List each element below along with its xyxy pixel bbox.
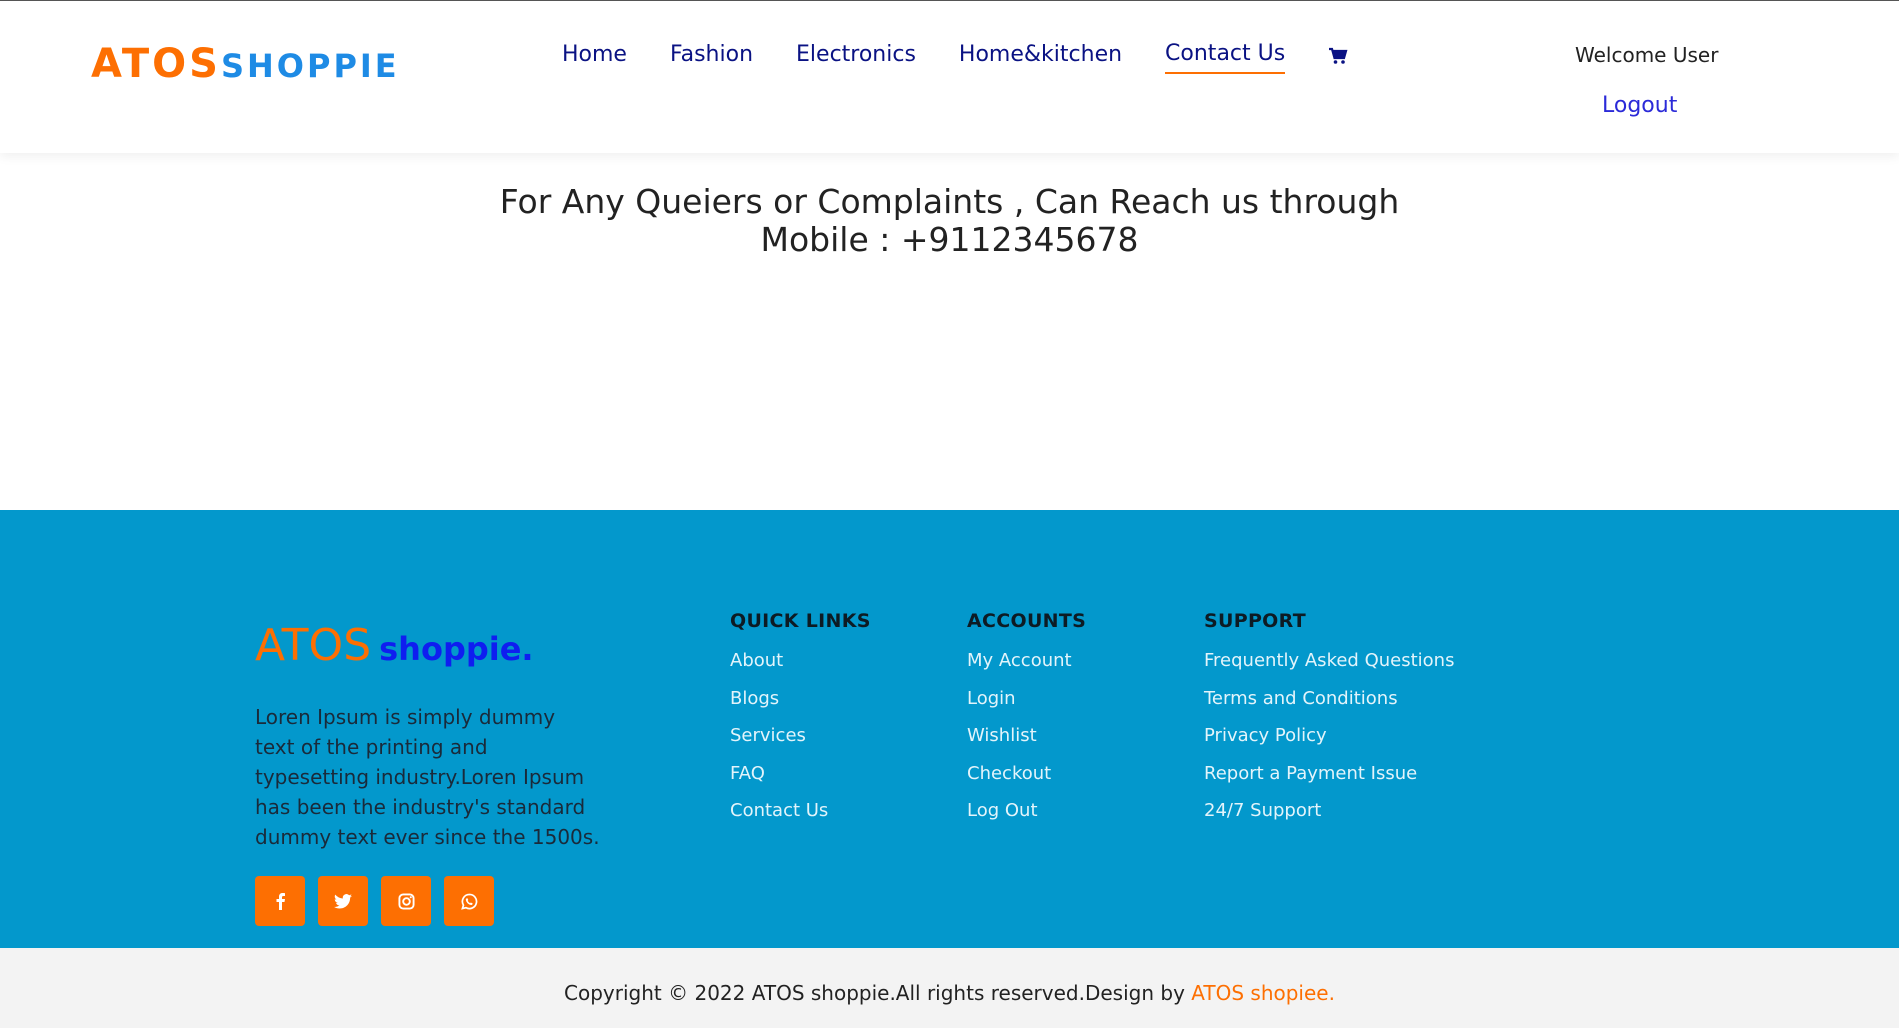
logo-part1: ATOS [91, 41, 221, 87]
site-header: ATOSSHOPPIE Home Fashion Electronics Hom… [0, 0, 1899, 153]
nav-fashion[interactable]: Fashion [670, 42, 753, 73]
nav-home-kitchen[interactable]: Home&kitchen [959, 42, 1122, 73]
footer-link-blogs[interactable]: Blogs [730, 688, 871, 726]
footer-description: Loren Ipsum is simply dummy text of the … [255, 705, 600, 849]
footer-link-faq[interactable]: FAQ [730, 763, 871, 801]
twitter-icon[interactable] [318, 876, 368, 926]
copyright-bar: Copyright © 2022 ATOS shoppie.All rights… [0, 948, 1899, 1028]
contact-line1: For Any Queiers or Complaints , Can Reac… [499, 182, 1400, 221]
footer-link-my-account[interactable]: My Account [967, 650, 1086, 688]
footer-logo-part1: ATOS [255, 620, 372, 671]
site-footer: ATOS shoppie. Loren Ipsum is simply dummy… [0, 510, 1899, 948]
nav-home[interactable]: Home [562, 42, 627, 73]
footer-logo-part2: shoppie. [379, 630, 534, 668]
footer-link-payment-issue[interactable]: Report a Payment Issue [1204, 763, 1454, 801]
support-heading: SUPPORT [1204, 610, 1306, 632]
footer-link-services[interactable]: Services [730, 725, 871, 763]
accounts-column: ACCOUNTS My Account Login Wishlist Check… [967, 610, 1086, 838]
instagram-icon[interactable] [381, 876, 431, 926]
footer-link-wishlist[interactable]: Wishlist [967, 725, 1086, 763]
copyright-text: Copyright © 2022 ATOS shoppie.All rights… [564, 981, 1185, 1005]
main-nav: Home Fashion Electronics Home&kitchen Co… [562, 41, 1348, 74]
facebook-icon[interactable] [255, 876, 305, 926]
cart-icon[interactable] [1328, 46, 1348, 66]
footer-logo: ATOS shoppie. [255, 620, 534, 671]
quick-links-column: QUICK LINKS About Blogs Services FAQ Con… [730, 610, 871, 838]
footer-link-faq-full[interactable]: Frequently Asked Questions [1204, 650, 1454, 688]
footer-link-terms[interactable]: Terms and Conditions [1204, 688, 1454, 726]
contact-line2: Mobile : +9112345678 [760, 220, 1139, 259]
logo-part2: SHOPPIE [220, 47, 400, 85]
footer-link-contact-us[interactable]: Contact Us [730, 800, 871, 838]
footer-link-about[interactable]: About [730, 650, 871, 688]
logout-link[interactable]: Logout [1602, 93, 1677, 118]
whatsapp-icon[interactable] [444, 876, 494, 926]
social-links [255, 876, 507, 926]
nav-contact-us[interactable]: Contact Us [1165, 41, 1286, 74]
site-logo[interactable]: ATOSSHOPPIE [91, 41, 400, 87]
footer-link-checkout[interactable]: Checkout [967, 763, 1086, 801]
copyright-brand-link[interactable]: ATOS shopiee. [1191, 981, 1335, 1005]
footer-link-login[interactable]: Login [967, 688, 1086, 726]
footer-link-privacy[interactable]: Privacy Policy [1204, 725, 1454, 763]
accounts-heading: ACCOUNTS [967, 610, 1087, 632]
footer-link-support[interactable]: 24/7 Support [1204, 800, 1454, 838]
support-column: SUPPORT Frequently Asked Questions Terms… [1204, 610, 1454, 838]
quick-links-heading: QUICK LINKS [730, 610, 871, 632]
welcome-text: Welcome User [1575, 43, 1719, 67]
nav-electronics[interactable]: Electronics [796, 42, 916, 73]
contact-message: For Any Queiers or Complaints , Can Reac… [0, 183, 1899, 259]
footer-link-log-out[interactable]: Log Out [967, 800, 1086, 838]
